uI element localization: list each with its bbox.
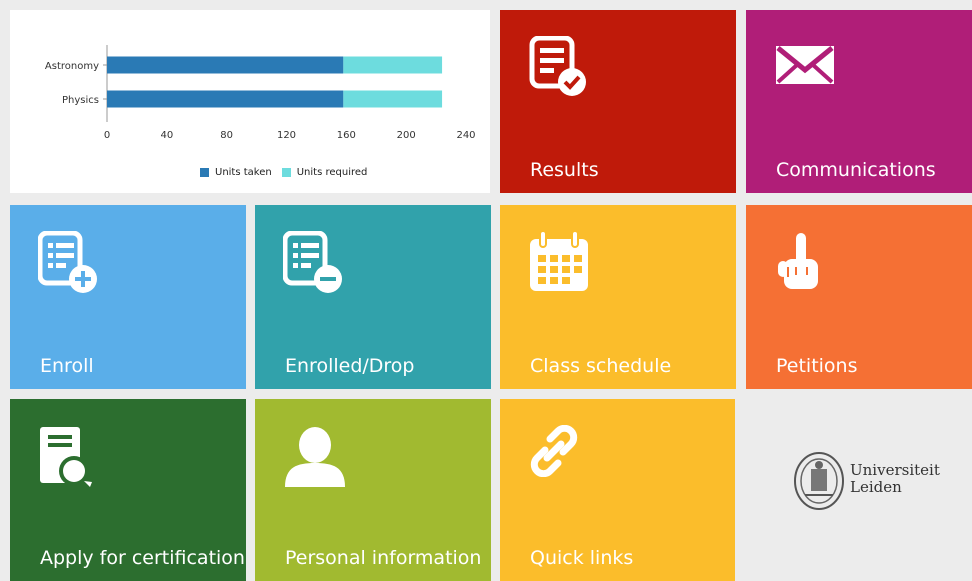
tile-results[interactable]: Results	[500, 10, 736, 193]
tile-personal-information[interactable]: Personal information	[255, 399, 491, 581]
legend-label-units-taken: Units taken	[215, 167, 272, 178]
tile-enrolled-drop[interactable]: Enrolled/Drop	[255, 205, 491, 389]
tile-petitions[interactable]: Petitions	[746, 205, 972, 389]
list-remove-icon	[282, 230, 347, 299]
results-checklist-icon	[528, 35, 592, 104]
calendar-icon	[528, 230, 592, 299]
tile-quick-links-label: Quick links	[530, 547, 634, 569]
legend-label-units-required: Units required	[296, 167, 368, 178]
x-tick-label: 40	[160, 130, 173, 141]
x-tick-label: 240	[456, 130, 475, 141]
person-icon	[283, 425, 347, 495]
category-label: Physics	[62, 95, 99, 106]
tile-personal-information-label: Personal information	[285, 547, 482, 569]
bar-physics-series-1	[343, 90, 443, 108]
certificate-icon	[38, 425, 102, 495]
tile-enrolled-drop-label: Enrolled/Drop	[285, 355, 415, 377]
university-seal-icon	[794, 452, 844, 510]
tile-petitions-label: Petitions	[776, 355, 858, 377]
raised-hand-icon	[774, 231, 830, 299]
tile-apply-certification-label: Apply for certification	[40, 547, 245, 569]
chart-legend: Units taken Units required	[200, 167, 367, 178]
x-tick-label: 200	[397, 130, 416, 141]
category-label: Astronomy	[45, 61, 99, 72]
tile-results-label: Results	[530, 159, 599, 181]
tile-apply-certification[interactable]: Apply for certification	[10, 399, 246, 581]
tile-class-schedule-label: Class schedule	[530, 355, 672, 377]
list-add-icon	[37, 230, 102, 299]
university-name-line1: Universiteit	[850, 461, 940, 479]
tile-quick-links[interactable]: Quick links	[500, 399, 736, 581]
x-tick-label: 160	[337, 130, 356, 141]
bar-astronomy-series-1	[343, 56, 443, 74]
bar-astronomy-series-0	[107, 56, 344, 74]
link-icon	[528, 424, 580, 481]
x-tick-label: 80	[220, 130, 233, 141]
university-name: Universiteit Leiden	[850, 462, 940, 496]
tile-communications[interactable]: Communications	[746, 10, 972, 193]
university-logo: Universiteit Leiden	[735, 399, 972, 581]
units-chart-panel: Astronomy Physics 0 40 80 120 160 200 240 Units …	[10, 10, 490, 193]
tile-enroll-label: Enroll	[40, 355, 94, 377]
x-tick-label: 0	[104, 130, 110, 141]
legend-swatch-units-taken	[200, 168, 209, 177]
tile-communications-label: Communications	[776, 159, 936, 181]
units-bar-chart: Astronomy Physics 0 40 80 120 160 200 240	[45, 45, 476, 141]
legend-swatch-units-required	[281, 168, 291, 177]
tile-enroll[interactable]: Enroll	[10, 205, 246, 389]
university-name-line2: Leiden	[850, 478, 902, 496]
envelope-icon	[774, 36, 838, 90]
bar-physics-series-0	[107, 90, 344, 108]
x-tick-label: 120	[277, 130, 296, 141]
tile-class-schedule[interactable]: Class schedule	[500, 205, 736, 389]
